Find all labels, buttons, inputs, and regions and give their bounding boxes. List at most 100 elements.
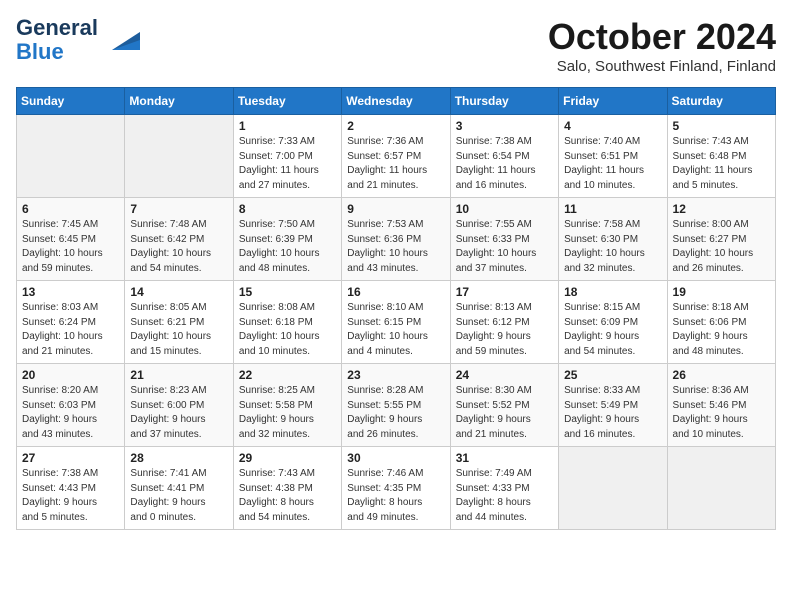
day-number: 10 <box>456 202 553 216</box>
day-number: 14 <box>130 285 227 299</box>
calendar-cell: 6Sunrise: 7:45 AM Sunset: 6:45 PM Daylig… <box>17 198 125 281</box>
day-number: 31 <box>456 451 553 465</box>
calendar-cell: 9 Sunrise: 7:53 AM Sunset: 6:36 PM Daylig… <box>342 198 450 281</box>
day-number: 18 <box>564 285 661 299</box>
day-info: Sunrise: 8:00 AM Sunset: 6:27 PM Dayligh… <box>673 218 770 276</box>
day-number: 15 <box>239 285 336 299</box>
day-info: Sunrise: 8:23 AM Sunset: 6:00 PM Dayligh… <box>130 384 227 442</box>
calendar-cell: 10 Sunrise: 7:55 AM Sunset: 6:33 PM Dayli… <box>450 198 558 281</box>
page-header: General Blue October 2024 Salo, Southwes… <box>16 16 776 75</box>
day-info: Sunrise: 7:43 AM Sunset: 4:38 PM Dayligh… <box>239 467 336 525</box>
day-number: 17 <box>456 285 553 299</box>
month-title: October 2024 <box>548 16 776 58</box>
calendar-cell <box>667 447 775 530</box>
day-number: 13 <box>22 285 119 299</box>
day-number: 29 <box>239 451 336 465</box>
day-number: 1 <box>239 119 336 133</box>
day-number: 23 <box>347 368 444 382</box>
calendar-cell: 23 Sunrise: 8:28 AM Sunset: 5:55 PM Dayli… <box>342 364 450 447</box>
calendar-cell: 27 Sunrise: 7:38 AM Sunset: 4:43 PM Dayli… <box>17 447 125 530</box>
calendar-cell: 30Sunrise: 7:46 AM Sunset: 4:35 PM Dayli… <box>342 447 450 530</box>
day-info: Sunrise: 8:10 AM Sunset: 6:15 PM Dayligh… <box>347 301 444 359</box>
day-number: 3 <box>456 119 553 133</box>
calendar-cell: 29 Sunrise: 7:43 AM Sunset: 4:38 PM Dayli… <box>233 447 341 530</box>
day-info: Sunrise: 7:36 AM Sunset: 6:57 PM Dayligh… <box>347 135 444 193</box>
day-number: 16 <box>347 285 444 299</box>
calendar-cell: 13 Sunrise: 8:03 AM Sunset: 6:24 PM Dayli… <box>17 281 125 364</box>
day-info: Sunrise: 8:18 AM Sunset: 6:06 PM Dayligh… <box>673 301 770 359</box>
day-number: 22 <box>239 368 336 382</box>
day-info: Sunrise: 7:48 AM Sunset: 6:42 PM Dayligh… <box>130 218 227 276</box>
day-info: Sunrise: 8:20 AM Sunset: 6:03 PM Dayligh… <box>22 384 119 442</box>
weekday-header: Tuesday <box>233 88 341 115</box>
title-block: October 2024 Salo, Southwest Finland, Fi… <box>548 16 776 75</box>
calendar-cell: 2 Sunrise: 7:36 AM Sunset: 6:57 PM Daylig… <box>342 115 450 198</box>
calendar-header: SundayMondayTuesdayWednesdayThursdayFrid… <box>17 88 776 115</box>
day-info: Sunrise: 8:03 AM Sunset: 6:24 PM Dayligh… <box>22 301 119 359</box>
logo-icon <box>102 22 140 50</box>
day-number: 12 <box>673 202 770 216</box>
day-info: Sunrise: 7:33 AM Sunset: 7:00 PM Dayligh… <box>239 135 336 193</box>
calendar-week-row: 1 Sunrise: 7:33 AM Sunset: 7:00 PM Daylig… <box>17 115 776 198</box>
day-number: 2 <box>347 119 444 133</box>
day-info: Sunrise: 7:50 AM Sunset: 6:39 PM Dayligh… <box>239 218 336 276</box>
day-number: 21 <box>130 368 227 382</box>
calendar-cell: 12 Sunrise: 8:00 AM Sunset: 6:27 PM Dayli… <box>667 198 775 281</box>
calendar-cell: 17 Sunrise: 8:13 AM Sunset: 6:12 PM Dayli… <box>450 281 558 364</box>
weekday-header: Thursday <box>450 88 558 115</box>
day-info: Sunrise: 8:28 AM Sunset: 5:55 PM Dayligh… <box>347 384 444 442</box>
calendar-cell: 7Sunrise: 7:48 AM Sunset: 6:42 PM Daylig… <box>125 198 233 281</box>
calendar-cell: 31Sunrise: 7:49 AM Sunset: 4:33 PM Dayli… <box>450 447 558 530</box>
day-info: Sunrise: 7:40 AM Sunset: 6:51 PM Dayligh… <box>564 135 661 193</box>
day-info: Sunrise: 7:38 AM Sunset: 6:54 PM Dayligh… <box>456 135 553 193</box>
day-number: 8 <box>239 202 336 216</box>
calendar-cell: 21 Sunrise: 8:23 AM Sunset: 6:00 PM Dayli… <box>125 364 233 447</box>
day-info: Sunrise: 8:30 AM Sunset: 5:52 PM Dayligh… <box>456 384 553 442</box>
day-info: Sunrise: 7:45 AM Sunset: 6:45 PM Dayligh… <box>22 218 119 276</box>
day-info: Sunrise: 7:55 AM Sunset: 6:33 PM Dayligh… <box>456 218 553 276</box>
calendar-week-row: 20 Sunrise: 8:20 AM Sunset: 6:03 PM Dayli… <box>17 364 776 447</box>
calendar-cell: 5 Sunrise: 7:43 AM Sunset: 6:48 PM Daylig… <box>667 115 775 198</box>
day-number: 11 <box>564 202 661 216</box>
logo-text: General Blue <box>16 16 98 64</box>
calendar-cell: 1 Sunrise: 7:33 AM Sunset: 7:00 PM Daylig… <box>233 115 341 198</box>
calendar-week-row: 13 Sunrise: 8:03 AM Sunset: 6:24 PM Dayli… <box>17 281 776 364</box>
day-info: Sunrise: 8:25 AM Sunset: 5:58 PM Dayligh… <box>239 384 336 442</box>
calendar-cell <box>17 115 125 198</box>
day-number: 4 <box>564 119 661 133</box>
day-number: 5 <box>673 119 770 133</box>
day-info: Sunrise: 8:13 AM Sunset: 6:12 PM Dayligh… <box>456 301 553 359</box>
calendar-cell: 26Sunrise: 8:36 AM Sunset: 5:46 PM Dayli… <box>667 364 775 447</box>
day-info: Sunrise: 7:53 AM Sunset: 6:36 PM Dayligh… <box>347 218 444 276</box>
day-number: 19 <box>673 285 770 299</box>
calendar-cell: 4 Sunrise: 7:40 AM Sunset: 6:51 PM Daylig… <box>559 115 667 198</box>
calendar-cell <box>125 115 233 198</box>
calendar-cell: 20 Sunrise: 8:20 AM Sunset: 6:03 PM Dayli… <box>17 364 125 447</box>
weekday-header: Wednesday <box>342 88 450 115</box>
day-number: 27 <box>22 451 119 465</box>
calendar-week-row: 27 Sunrise: 7:38 AM Sunset: 4:43 PM Dayli… <box>17 447 776 530</box>
day-info: Sunrise: 8:36 AM Sunset: 5:46 PM Dayligh… <box>673 384 770 442</box>
day-info: Sunrise: 7:43 AM Sunset: 6:48 PM Dayligh… <box>673 135 770 193</box>
weekday-header: Friday <box>559 88 667 115</box>
weekday-header: Monday <box>125 88 233 115</box>
calendar-cell: 18 Sunrise: 8:15 AM Sunset: 6:09 PM Dayli… <box>559 281 667 364</box>
calendar-cell: 19 Sunrise: 8:18 AM Sunset: 6:06 PM Dayli… <box>667 281 775 364</box>
day-info: Sunrise: 7:38 AM Sunset: 4:43 PM Dayligh… <box>22 467 119 525</box>
calendar-cell: 14 Sunrise: 8:05 AM Sunset: 6:21 PM Dayli… <box>125 281 233 364</box>
weekday-header: Sunday <box>17 88 125 115</box>
calendar-cell: 3 Sunrise: 7:38 AM Sunset: 6:54 PM Daylig… <box>450 115 558 198</box>
calendar-cell: 11 Sunrise: 7:58 AM Sunset: 6:30 PM Dayli… <box>559 198 667 281</box>
day-number: 9 <box>347 202 444 216</box>
calendar-cell: 8 Sunrise: 7:50 AM Sunset: 6:39 PM Daylig… <box>233 198 341 281</box>
location: Salo, Southwest Finland, Finland <box>548 58 776 75</box>
calendar-table: SundayMondayTuesdayWednesdayThursdayFrid… <box>16 87 776 530</box>
day-info: Sunrise: 8:05 AM Sunset: 6:21 PM Dayligh… <box>130 301 227 359</box>
calendar-cell: 28Sunrise: 7:41 AM Sunset: 4:41 PM Dayli… <box>125 447 233 530</box>
day-number: 20 <box>22 368 119 382</box>
day-info: Sunrise: 7:46 AM Sunset: 4:35 PM Dayligh… <box>347 467 444 525</box>
day-info: Sunrise: 8:15 AM Sunset: 6:09 PM Dayligh… <box>564 301 661 359</box>
day-info: Sunrise: 7:58 AM Sunset: 6:30 PM Dayligh… <box>564 218 661 276</box>
weekday-header: Saturday <box>667 88 775 115</box>
calendar-cell: 22 Sunrise: 8:25 AM Sunset: 5:58 PM Dayli… <box>233 364 341 447</box>
